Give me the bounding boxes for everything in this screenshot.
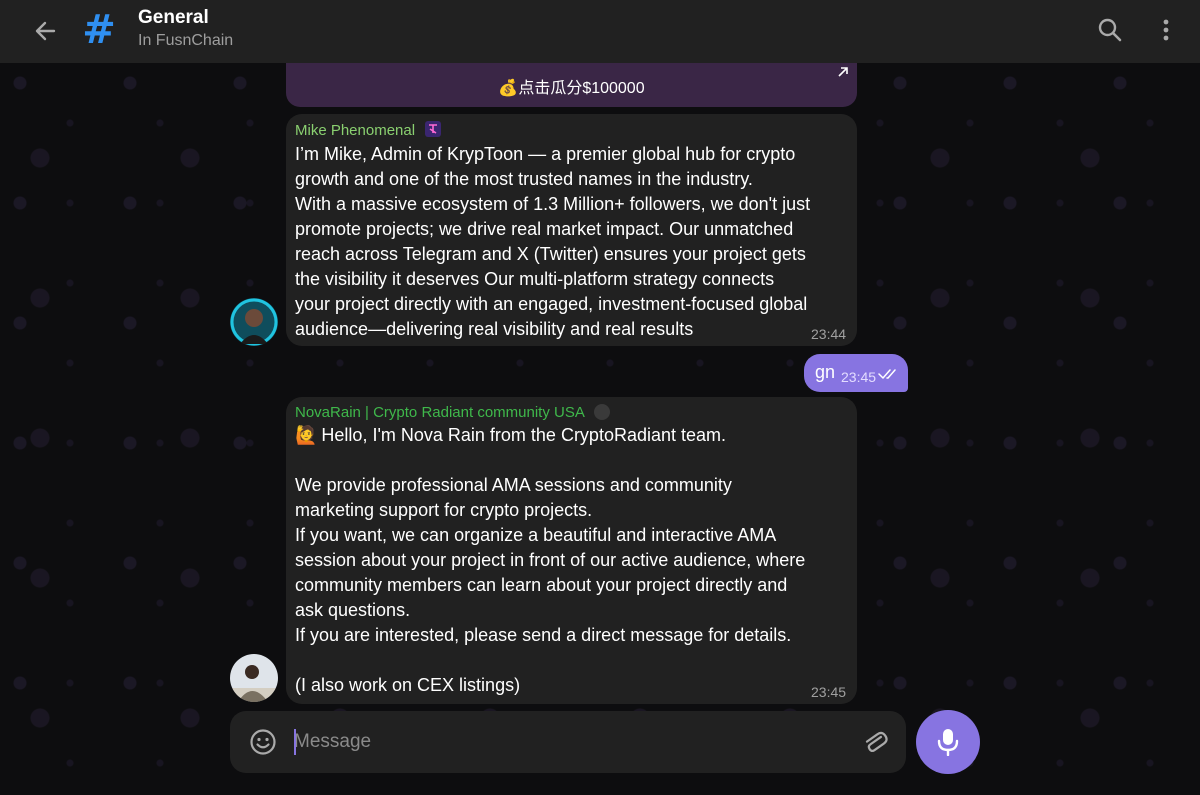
message-bubble[interactable]: NovaRain | Crypto Radiant community USA … [286,397,857,704]
paperclip-icon [865,731,888,752]
avatar[interactable] [230,298,278,346]
message-input[interactable] [294,727,834,757]
chat-header: # General In FusnChain [0,0,1200,63]
promo-message-button[interactable]: 💰点击瓜分$100000 [286,56,857,107]
back-button[interactable] [30,16,60,46]
message-time: 23:44 [811,326,847,342]
message-text: I’m Mike, Admin of KrypToon — a premier … [295,144,811,339]
double-check-icon [878,369,896,379]
emoji-button[interactable] [248,727,278,757]
hashtag-channel-icon: # [82,7,116,53]
search-icon [1098,18,1122,42]
custom-emoji-badge-icon [425,121,442,137]
back-arrow-icon [35,21,56,41]
attach-button[interactable] [860,727,890,757]
chat-title[interactable]: General [138,7,209,29]
sender-name: NovaRain | Crypto Radiant community USA [295,404,585,421]
message-bubble[interactable]: Mike Phenomenal I’m Mike, Admin of KrypT… [286,114,857,346]
message-body: Hello, I'm Nova Rain from the CryptoRadi… [295,425,806,695]
message-sender[interactable]: Mike Phenomenal [295,121,442,139]
promo-text: 💰点击瓜分$100000 [498,80,645,97]
sender-name: Mike Phenomenal [295,122,416,139]
text-caret [294,729,296,755]
custom-emoji-badge-icon [594,404,611,420]
voice-record-button[interactable] [916,710,980,774]
more-options-button[interactable] [1154,16,1178,44]
message-sender[interactable]: NovaRain | Crypto Radiant community USA [295,404,611,421]
message-time: 23:45 [841,369,877,385]
message-time: 23:45 [811,684,847,700]
avatar[interactable] [230,654,278,702]
raising-hand-emoji-icon: 🙋 [295,425,318,446]
search-button[interactable] [1096,16,1124,44]
more-vertical-icon [1163,19,1169,41]
message-text: 🙋 Hello, I'm Nova Rain from the CryptoRad… [295,423,850,698]
chat-subtitle: In FusnChain [138,32,234,49]
message-text: gn [815,362,836,382]
microphone-icon [937,729,959,756]
emoji-smile-icon [250,729,276,755]
message-composer [230,711,906,773]
external-link-icon [837,66,849,81]
outgoing-message-bubble[interactable]: gn 23:45 [804,354,908,392]
